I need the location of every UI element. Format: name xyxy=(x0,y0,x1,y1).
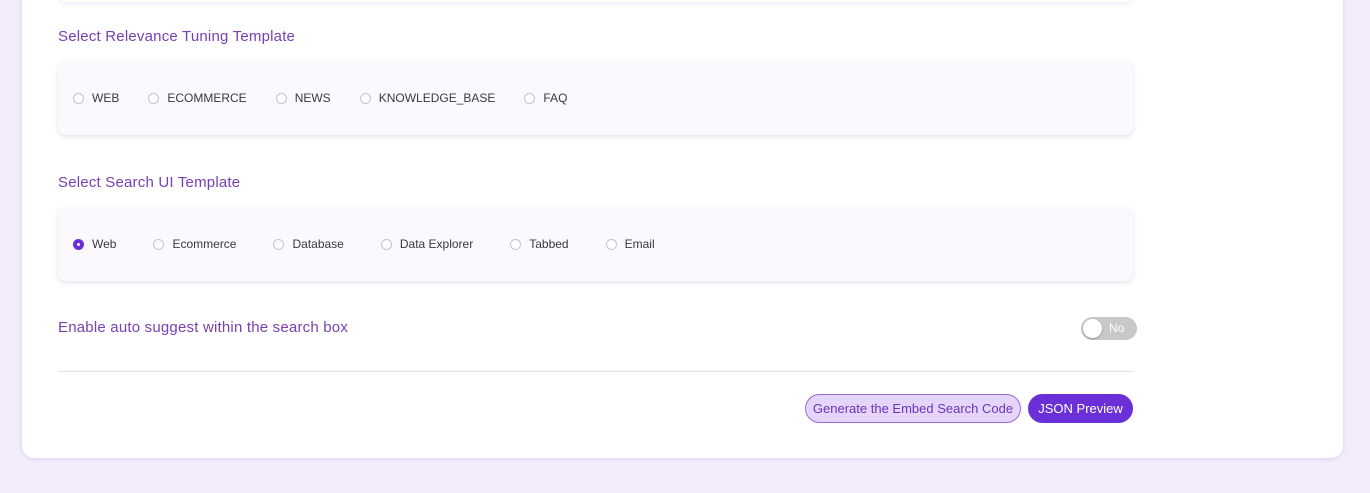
relevance-template-radio-group: WEB ECOMMERCE NEWS KNOWLEDGE_BASE FAQ xyxy=(73,61,567,135)
radio-circle[interactable] xyxy=(510,238,522,250)
previous-panel-edge xyxy=(58,0,1133,2)
radio-circle[interactable] xyxy=(153,238,165,250)
search-ui-option-tabbed[interactable]: Tabbed xyxy=(510,237,569,251)
relevance-option-label: ECOMMERCE xyxy=(167,91,247,105)
radio-circle[interactable] xyxy=(73,92,84,104)
search-ui-option-label: Database xyxy=(292,237,344,251)
relevance-option-faq[interactable]: FAQ xyxy=(524,91,567,105)
radio-circle[interactable] xyxy=(605,238,617,250)
toggle-state-text: No xyxy=(1109,321,1125,335)
search-ui-template-radio-group: Web Ecommerce Database Data Explorer Tab… xyxy=(73,207,655,281)
radio-circle[interactable] xyxy=(524,92,536,104)
relevance-option-label: NEWS xyxy=(294,91,331,105)
search-ui-template-title: Select Search UI Template xyxy=(58,174,241,191)
toggle-knob xyxy=(1083,319,1102,338)
radio-circle[interactable] xyxy=(359,92,371,104)
search-ui-option-label: Ecommerce xyxy=(172,237,237,251)
search-ui-template-panel: Web Ecommerce Database Data Explorer Tab… xyxy=(58,207,1133,281)
json-preview-button[interactable]: JSON Preview xyxy=(1028,394,1133,423)
relevance-template-panel: WEB ECOMMERCE NEWS KNOWLEDGE_BASE FAQ xyxy=(58,61,1133,135)
autosuggest-label: Enable auto suggest within the search bo… xyxy=(58,319,349,336)
search-ui-option-ecommerce[interactable]: Ecommerce xyxy=(153,237,236,251)
relevance-template-title: Select Relevance Tuning Template xyxy=(58,28,296,45)
search-ui-option-label: Email xyxy=(624,237,655,251)
radio-circle-selected[interactable] xyxy=(73,238,84,250)
divider xyxy=(58,371,1133,372)
search-ui-option-label: Data Explorer xyxy=(399,237,474,251)
relevance-option-label: FAQ xyxy=(543,91,568,105)
search-ui-option-label: Tabbed xyxy=(529,237,569,251)
relevance-option-news[interactable]: NEWS xyxy=(275,91,331,105)
autosuggest-toggle[interactable]: No xyxy=(1081,317,1137,340)
radio-circle[interactable] xyxy=(273,238,285,250)
relevance-option-knowledge-base[interactable]: KNOWLEDGE_BASE xyxy=(359,91,496,105)
generate-embed-code-button[interactable]: Generate the Embed Search Code xyxy=(805,394,1021,423)
relevance-option-ecommerce[interactable]: ECOMMERCE xyxy=(148,91,247,105)
relevance-option-label: KNOWLEDGE_BASE xyxy=(378,91,496,105)
search-ui-option-web[interactable]: Web xyxy=(73,237,116,251)
relevance-option-web[interactable]: WEB xyxy=(73,91,119,105)
radio-circle[interactable] xyxy=(148,92,160,104)
search-ui-option-label: Web xyxy=(92,237,117,251)
radio-circle[interactable] xyxy=(275,92,287,104)
radio-circle[interactable] xyxy=(380,238,392,250)
search-ui-option-database[interactable]: Database xyxy=(273,237,344,251)
relevance-option-label: WEB xyxy=(92,91,120,105)
search-ui-option-email[interactable]: Email xyxy=(605,237,655,251)
search-ui-option-data-explorer[interactable]: Data Explorer xyxy=(380,237,474,251)
